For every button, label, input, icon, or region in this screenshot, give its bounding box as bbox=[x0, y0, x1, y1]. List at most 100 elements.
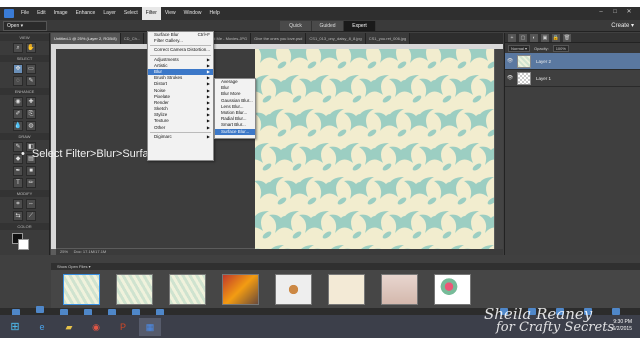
menu-view[interactable]: View bbox=[161, 7, 180, 20]
visibility-eye-icon[interactable]: 👁 bbox=[505, 75, 515, 81]
opacity-field[interactable]: 100% bbox=[552, 44, 569, 52]
crop-tool-icon[interactable]: ⌗ bbox=[13, 199, 23, 209]
quick-select-tool-icon[interactable]: ✎ bbox=[26, 76, 36, 86]
toolbox: VIEW ⌕ ✋ SELECT ✥ ▭ ◌ ✎ ENHANCE ◉ ✚ ✐ ⎘ 💧 ◍ DR… bbox=[0, 33, 50, 255]
toolbox-section-modify: MODIFY bbox=[0, 190, 49, 197]
lock-icon[interactable]: 🔒 bbox=[552, 34, 560, 42]
hand-tool-icon[interactable]: ✋ bbox=[26, 43, 36, 53]
layer-mask-icon[interactable]: ▣ bbox=[541, 34, 549, 42]
close-icon[interactable]: ✕ bbox=[624, 8, 634, 17]
system-clock[interactable]: 9:30 PM 6/2/2015 bbox=[613, 319, 632, 333]
photo-bin-thumbnail[interactable] bbox=[63, 273, 100, 305]
photo-bin-thumbnail[interactable] bbox=[381, 273, 418, 305]
damask-motif bbox=[464, 109, 494, 137]
damask-pattern-image bbox=[255, 49, 494, 250]
doc-tab[interactable]: CS1_you.ret_006.jpg bbox=[365, 33, 411, 44]
damask-motif bbox=[314, 177, 347, 205]
photo-bin-thumbnail[interactable] bbox=[328, 273, 365, 305]
eyedropper-tool-icon[interactable]: ✒ bbox=[13, 166, 23, 176]
damask-motif bbox=[479, 214, 494, 233]
menu-separator bbox=[150, 45, 211, 47]
menu-image[interactable]: Image bbox=[50, 7, 72, 20]
adjustment-layer-icon[interactable]: ◐ bbox=[530, 34, 538, 42]
delete-layer-icon[interactable]: 🗑 bbox=[563, 34, 571, 42]
clone-tool-icon[interactable]: ⎘ bbox=[26, 109, 36, 119]
mode-quick[interactable]: Quick bbox=[280, 21, 312, 31]
menu-filter[interactable]: Filter bbox=[141, 7, 161, 20]
layers-panel: + ▢ ◐ ▣ 🔒 🗑 Normal ▾ Opacity: 100% 👁 Lay… bbox=[504, 33, 640, 255]
menu-edit[interactable]: Edit bbox=[33, 7, 50, 20]
damask-motif bbox=[314, 109, 347, 137]
visibility-eye-icon[interactable]: 👁 bbox=[505, 58, 515, 64]
menu-item[interactable]: Filter Gallery... bbox=[148, 38, 213, 44]
doc-tab[interactable]: CS1_013_ony_daisy_8_8.jpg bbox=[306, 33, 366, 44]
menu-file[interactable]: File bbox=[17, 7, 33, 20]
menu-item[interactable]: Correct Camera Distortion... bbox=[148, 47, 213, 53]
move-tool-icon[interactable]: ✥ bbox=[13, 64, 23, 74]
menu-separator bbox=[150, 54, 211, 56]
blend-options: Normal ▾ Opacity: 100% bbox=[505, 43, 640, 53]
healing-tool-icon[interactable]: ✚ bbox=[26, 97, 36, 107]
menu-item[interactable]: Digimarc ▶ bbox=[148, 134, 213, 140]
windows-start-icon[interactable]: ⊞ bbox=[4, 318, 26, 336]
menu-item-label: Surface Blur bbox=[154, 32, 179, 37]
menu-layer[interactable]: Layer bbox=[99, 7, 120, 20]
damask-motif bbox=[404, 177, 437, 205]
shape-tool-icon[interactable]: ■ bbox=[26, 166, 36, 176]
smart-brush-tool-icon[interactable]: ✐ bbox=[13, 109, 23, 119]
new-group-icon[interactable]: ▢ bbox=[519, 34, 527, 42]
file-explorer-icon[interactable]: ▰ bbox=[58, 318, 80, 336]
photo-bin-thumbnail[interactable] bbox=[169, 273, 206, 305]
internet-explorer-icon[interactable]: e bbox=[31, 318, 53, 336]
layer-row[interactable]: 👁 Layer 1 bbox=[505, 70, 640, 87]
type-tool-icon[interactable]: T bbox=[13, 178, 23, 188]
menu-select[interactable]: Select bbox=[120, 7, 142, 20]
content-move-tool-icon[interactable]: ⇆ bbox=[13, 211, 23, 221]
blend-mode-select[interactable]: Normal ▾ bbox=[508, 44, 531, 52]
mode-expert[interactable]: Expert bbox=[344, 21, 376, 31]
minimize-icon[interactable]: – bbox=[596, 8, 606, 17]
photo-bin-header[interactable]: Show Open Files ▾ bbox=[51, 263, 640, 270]
powerpoint-icon[interactable]: P bbox=[112, 318, 134, 336]
chrome-icon[interactable]: ◉ bbox=[85, 318, 107, 336]
menu-item[interactable]: Other ▶ bbox=[148, 125, 213, 131]
photo-bin-thumbnail[interactable] bbox=[275, 273, 312, 305]
damask-motif bbox=[344, 177, 377, 205]
damask-motif bbox=[255, 177, 287, 205]
damask-motif bbox=[374, 109, 407, 137]
photo-bin-thumbnail[interactable] bbox=[434, 273, 471, 305]
menu-item-label: Motion Blur... bbox=[221, 109, 248, 115]
marquee-tool-icon[interactable]: ▭ bbox=[26, 64, 36, 74]
vertical-scrollbar[interactable] bbox=[495, 49, 503, 249]
menu-item-label: Pixelate bbox=[154, 93, 171, 99]
recompose-tool-icon[interactable]: ⇔ bbox=[26, 199, 36, 209]
pencil-tool-icon[interactable]: ✏ bbox=[26, 178, 36, 188]
menu-enhance[interactable]: Enhance bbox=[72, 7, 100, 20]
layer-row[interactable]: 👁 Layer 2 bbox=[505, 53, 640, 70]
doc-tab[interactable]: CD_Ch... bbox=[120, 33, 145, 44]
open-button[interactable]: Open ▾ bbox=[3, 21, 47, 31]
redeye-tool-icon[interactable]: ◉ bbox=[13, 97, 23, 107]
lasso-tool-icon[interactable]: ◌ bbox=[13, 76, 23, 86]
background-color-swatch[interactable] bbox=[18, 239, 29, 250]
mode-guided[interactable]: Guided bbox=[312, 21, 344, 31]
maximize-icon[interactable]: □ bbox=[610, 8, 620, 17]
photo-bin-thumbnail[interactable] bbox=[222, 273, 259, 305]
create-button[interactable]: Create ▾ bbox=[611, 21, 634, 31]
menu-item-label: Adjustments bbox=[154, 56, 179, 62]
photoshop-elements-icon[interactable]: ▦ bbox=[139, 317, 161, 336]
menu-window[interactable]: Window bbox=[180, 7, 206, 20]
new-layer-icon[interactable]: + bbox=[508, 34, 516, 42]
blur-tool-icon[interactable]: 💧 bbox=[13, 121, 23, 131]
photo-bin-thumbnail[interactable] bbox=[116, 273, 153, 305]
menu-item-label: Filter Gallery... bbox=[154, 38, 183, 44]
straighten-tool-icon[interactable]: ⟋ bbox=[26, 211, 36, 221]
damask-motif bbox=[408, 49, 437, 69]
sponge-tool-icon[interactable]: ◍ bbox=[26, 121, 36, 131]
menu-help[interactable]: Help bbox=[205, 7, 223, 20]
doc-tab[interactable]: Give the ones you love.psd bbox=[251, 33, 307, 44]
doc-tab[interactable]: Untitled-1 @ 25% (Layer 2, RGB/8) bbox=[51, 33, 121, 44]
zoom-tool-icon[interactable]: ⌕ bbox=[13, 43, 23, 53]
menu-item[interactable]: Surface Blur... bbox=[215, 128, 255, 135]
menu-item-label: Smart Blur... bbox=[221, 122, 246, 128]
